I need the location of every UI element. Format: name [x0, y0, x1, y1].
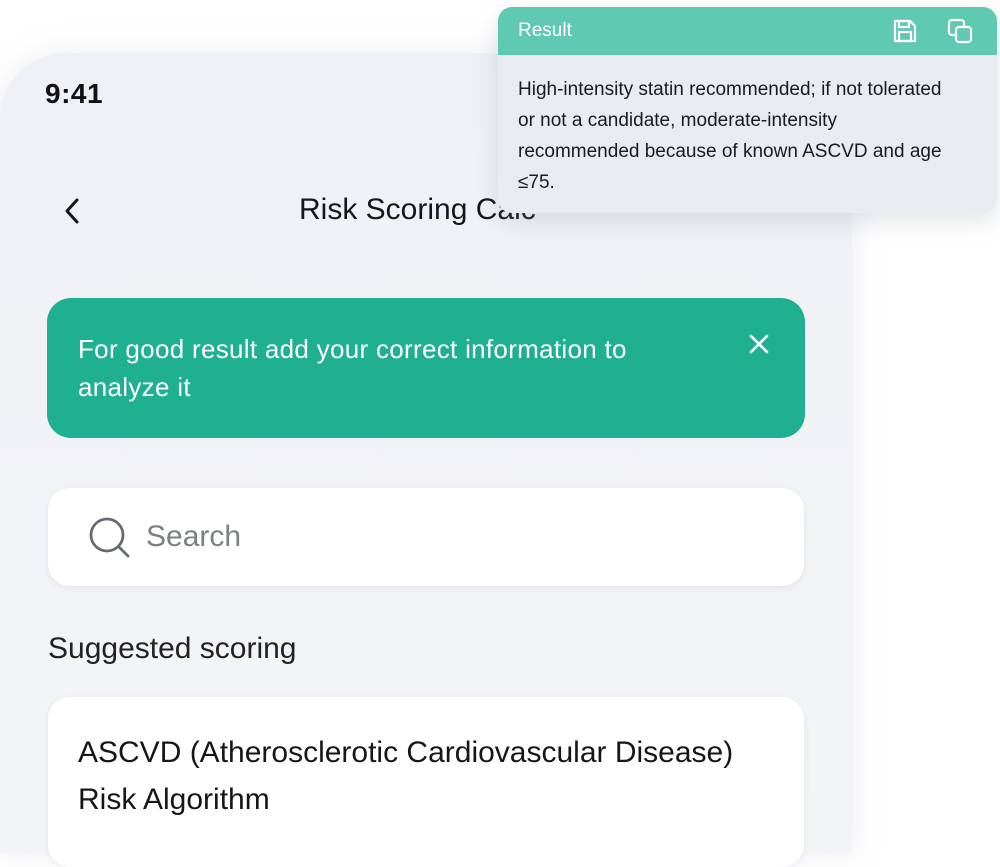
- result-popup: Result High-intensity statin recommended…: [498, 7, 997, 213]
- back-button[interactable]: [52, 190, 92, 232]
- search-input[interactable]: [146, 508, 766, 566]
- result-title: Result: [518, 20, 572, 41]
- suggested-scoring-heading: Suggested scoring: [48, 632, 297, 665]
- info-banner: For good result add your correct informa…: [47, 298, 805, 438]
- close-icon: [749, 334, 769, 354]
- copy-button[interactable]: [945, 16, 975, 46]
- chevron-left-icon: [65, 198, 79, 224]
- search-icon: [89, 517, 130, 558]
- banner-text: For good result add your correct informa…: [78, 334, 627, 402]
- save-button[interactable]: [890, 16, 920, 46]
- result-header: Result: [498, 7, 997, 55]
- result-text: High-intensity statin recommended; if no…: [518, 79, 942, 193]
- search-box[interactable]: [48, 488, 804, 586]
- save-icon: [893, 19, 917, 43]
- list-item[interactable]: ASCVD (Atherosclerotic Cardiovascular Di…: [48, 697, 804, 867]
- status-bar-time: 9:41: [45, 78, 104, 109]
- list-item-label: ASCVD (Atherosclerotic Cardiovascular Di…: [78, 736, 734, 816]
- copy-icon: [947, 18, 973, 44]
- banner-close-button[interactable]: [743, 328, 775, 360]
